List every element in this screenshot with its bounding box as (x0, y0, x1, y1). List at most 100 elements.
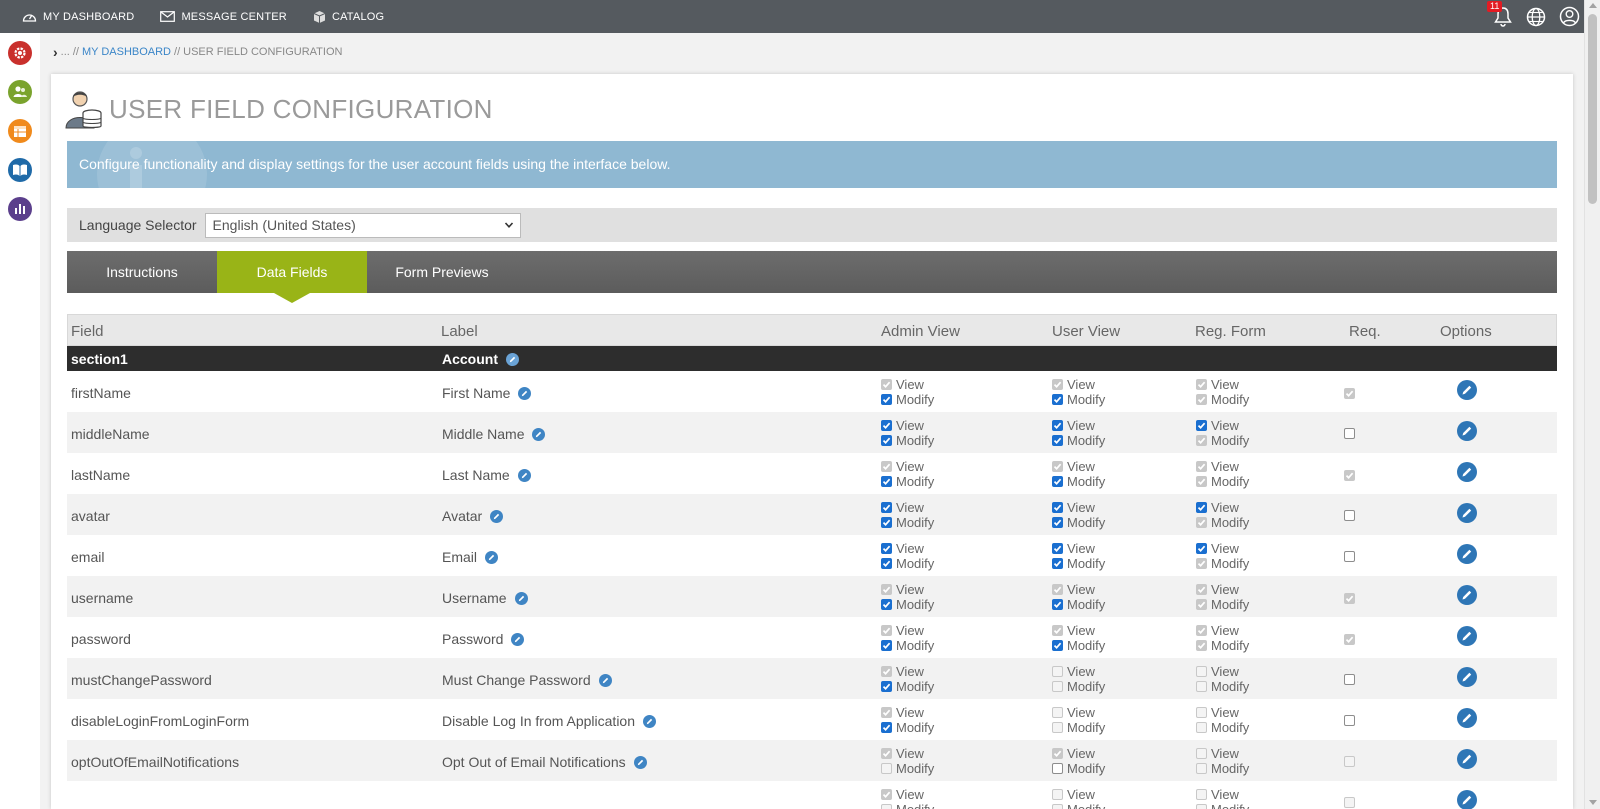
user-view-modify-checkbox[interactable] (1052, 558, 1063, 569)
pencil-circle-icon (1457, 421, 1477, 441)
language-select[interactable]: English (United States) (204, 212, 521, 238)
scrollbar-thumb[interactable] (1588, 14, 1597, 204)
pencil-icon (485, 550, 499, 564)
edit-label-button[interactable] (511, 632, 525, 646)
options-edit-button[interactable] (1457, 462, 1477, 485)
field-label-text: Disable Log In from Application (442, 713, 635, 729)
admin-view-view-checkbox[interactable] (881, 420, 892, 431)
modify-text: Modify (1067, 392, 1106, 407)
admin-view-view-checkbox (881, 461, 892, 472)
envelope-icon (160, 11, 176, 22)
sidebar-settings-button[interactable] (8, 41, 32, 65)
user-view-modify-checkbox[interactable] (1052, 599, 1063, 610)
user-profile-button[interactable] (1559, 6, 1580, 27)
user-view-modify-checkbox[interactable] (1052, 476, 1063, 487)
admin-view-modify-checkbox[interactable] (881, 599, 892, 610)
nav-message-center[interactable]: MESSAGE CENTER (160, 11, 287, 23)
user-view-view-checkbox[interactable] (1052, 420, 1063, 431)
user-view-modify-checkbox (1052, 722, 1063, 733)
edit-label-button[interactable] (490, 509, 504, 523)
user-view-modify-checkbox[interactable] (1052, 394, 1063, 405)
sidebar-calendar-button[interactable] (8, 119, 32, 143)
options-edit-button[interactable] (1457, 585, 1477, 608)
options-edit-button[interactable] (1457, 421, 1477, 444)
user-view-view-checkbox (1052, 789, 1063, 800)
breadcrumb-toggle-chevron-icon[interactable]: › (53, 44, 58, 60)
admin-view-modify-checkbox[interactable] (881, 640, 892, 651)
sidebar-reports-button[interactable] (8, 197, 32, 221)
user-view-modify-option: Modify (1052, 515, 1105, 530)
tab-data-fields[interactable]: Data Fields (217, 251, 367, 303)
user-view-view-checkbox[interactable] (1052, 502, 1063, 513)
admin-view-modify-checkbox[interactable] (881, 681, 892, 692)
reg-form-view-checkbox[interactable] (1196, 543, 1207, 554)
language-selector-label: Language Selector (79, 217, 197, 233)
edit-label-button[interactable] (633, 755, 647, 769)
user-view-modify-checkbox[interactable] (1052, 517, 1063, 528)
options-edit-button[interactable] (1457, 749, 1477, 772)
scroll-down-arrow-icon[interactable] (1589, 800, 1597, 805)
reg-form-modify-checkbox (1196, 435, 1207, 446)
reg-form-view-checkbox (1196, 461, 1207, 472)
breadcrumb-link-my-dashboard[interactable]: MY DASHBOARD (82, 46, 171, 58)
options-edit-button[interactable] (1457, 380, 1477, 403)
view-text: View (1067, 746, 1095, 761)
required-checkbox[interactable] (1344, 715, 1355, 726)
options-edit-button[interactable] (1457, 626, 1477, 649)
admin-view-modify-checkbox[interactable] (881, 435, 892, 446)
edit-label-button[interactable] (514, 591, 528, 605)
modify-text: Modify (1067, 802, 1105, 809)
scroll-up-arrow-icon[interactable] (1589, 3, 1597, 8)
edit-label-button[interactable] (517, 468, 531, 482)
options-edit-button[interactable] (1457, 790, 1477, 809)
admin-view-checkboxes: ViewModify (881, 541, 934, 571)
view-text: View (1067, 459, 1095, 474)
reg-form-view-checkbox[interactable] (1196, 420, 1207, 431)
edit-label-button[interactable] (598, 673, 612, 687)
tab-form-previews[interactable]: Form Previews (367, 251, 517, 293)
notifications-button[interactable]: 11 (1487, 1, 1513, 27)
options-edit-button[interactable] (1457, 544, 1477, 567)
admin-view-modify-checkbox[interactable] (881, 517, 892, 528)
admin-view-modify-checkbox[interactable] (881, 722, 892, 733)
admin-view-checkboxes: ViewModify (881, 418, 934, 448)
admin-view-modify-checkbox[interactable] (881, 476, 892, 487)
admin-view-modify-checkbox[interactable] (881, 394, 892, 405)
edit-label-button[interactable] (643, 714, 656, 728)
admin-view-modify-checkbox[interactable] (881, 558, 892, 569)
sidebar-catalog-button[interactable] (8, 158, 32, 182)
admin-view-modify-checkbox (881, 763, 892, 774)
admin-view-view-checkbox[interactable] (881, 543, 892, 554)
user-view-modify-option: Modify (1052, 761, 1105, 776)
view-text: View (1211, 459, 1239, 474)
breadcrumb-ellipsis[interactable]: ... (61, 46, 70, 58)
required-checkbox[interactable] (1344, 551, 1355, 562)
user-view-modify-checkbox[interactable] (1052, 435, 1063, 446)
sidebar-users-button[interactable] (8, 80, 32, 104)
tab-instructions[interactable]: Instructions (67, 251, 217, 293)
edit-section-label-button[interactable] (506, 352, 519, 366)
user-view-modify-checkbox[interactable] (1052, 640, 1063, 651)
calendar-icon (14, 126, 26, 137)
pencil-circle-icon (1457, 585, 1477, 605)
language-globe-button[interactable] (1526, 7, 1546, 27)
options-edit-button[interactable] (1457, 503, 1477, 526)
edit-label-button[interactable] (532, 427, 546, 441)
required-cell (1344, 467, 1355, 483)
page-scrollbar[interactable] (1584, 0, 1600, 809)
required-checkbox[interactable] (1344, 510, 1355, 521)
reg-form-view-checkbox[interactable] (1196, 502, 1207, 513)
user-view-modify-checkbox[interactable] (1052, 763, 1063, 774)
admin-view-view-checkbox[interactable] (881, 502, 892, 513)
nav-catalog[interactable]: CATALOG (313, 10, 384, 24)
view-text: View (896, 500, 924, 515)
edit-label-button[interactable] (485, 550, 499, 564)
options-edit-button[interactable] (1457, 667, 1477, 690)
nav-my-dashboard[interactable]: MY DASHBOARD (22, 10, 134, 23)
required-checkbox[interactable] (1344, 428, 1355, 439)
admin-view-modify-option: Modify (881, 515, 934, 530)
options-edit-button[interactable] (1457, 708, 1477, 731)
user-view-view-checkbox[interactable] (1052, 543, 1063, 554)
edit-label-button[interactable] (518, 386, 532, 400)
required-checkbox[interactable] (1344, 674, 1355, 685)
